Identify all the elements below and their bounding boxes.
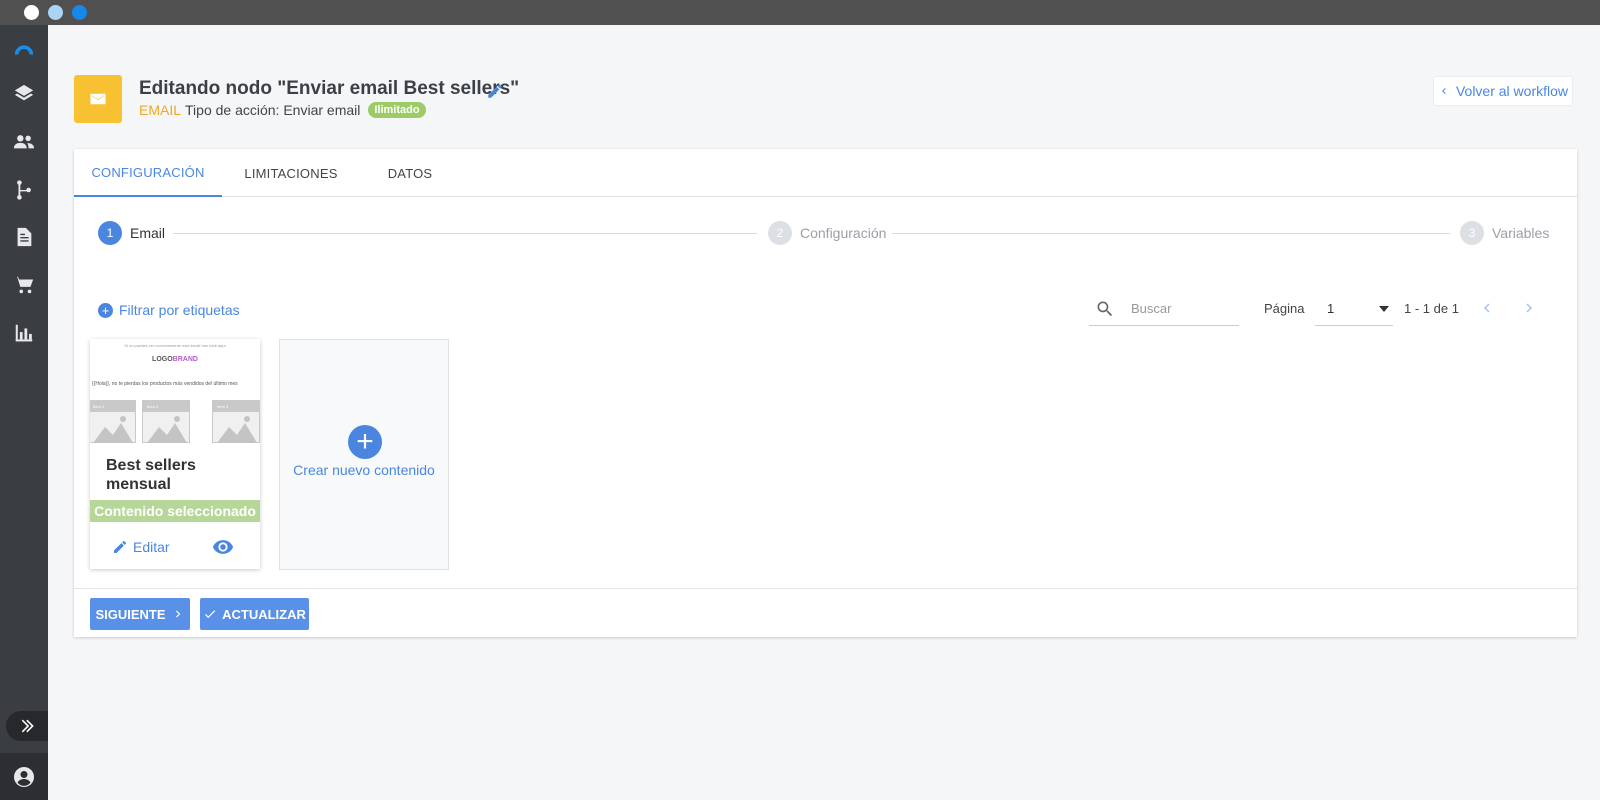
- content-card[interactable]: Si no puedes ver correctamente este emai…: [90, 339, 260, 569]
- content-thumbnail[interactable]: Si no puedes ver correctamente este emai…: [90, 339, 260, 443]
- thumbnail-product-label: Item 1: [90, 401, 135, 412]
- image-placeholder-icon: [217, 416, 257, 443]
- step-label: Email: [130, 225, 166, 241]
- document-icon[interactable]: [12, 225, 36, 249]
- previous-page-button[interactable]: [1478, 299, 1496, 317]
- envelope-icon: [90, 93, 106, 105]
- chevron-left-icon: [1441, 88, 1446, 94]
- node-subtitle: EMAIL Tipo de acción: Enviar email Ilimi…: [139, 102, 426, 118]
- workflow-icon[interactable]: [12, 178, 36, 202]
- add-circle-icon: +: [348, 425, 382, 459]
- limit-badge: Ilimitado: [368, 102, 426, 118]
- thumbnail-logo-brand: BRAND: [172, 356, 198, 363]
- sidebar: [0, 25, 48, 800]
- tab-datos[interactable]: DATOS: [360, 149, 460, 197]
- page-select-value: 1: [1327, 301, 1335, 316]
- thumbnail-product: Item 3: [212, 400, 260, 443]
- caret-down-icon: [1379, 305, 1389, 312]
- step-number: 3: [1460, 221, 1484, 245]
- tab-configuracion[interactable]: CONFIGURACIÓN: [74, 149, 222, 197]
- step-label: Configuración: [800, 225, 887, 241]
- search-box: [1089, 292, 1239, 326]
- thumbnail-product: Item 1: [90, 400, 136, 443]
- edit-label: Editar: [133, 539, 170, 555]
- node-kind: EMAIL: [139, 102, 182, 118]
- email-node-icon: [74, 75, 122, 123]
- back-to-workflow-button[interactable]: Volver al workflow: [1433, 76, 1573, 106]
- chart-icon[interactable]: [12, 321, 36, 345]
- expand-icon: [21, 719, 34, 733]
- tab-bar: CONFIGURACIÓN LIMITACIONES DATOS: [74, 149, 1577, 197]
- eye-icon: [212, 540, 234, 554]
- selected-status: Contenido seleccionado: [90, 500, 260, 522]
- edit-content-button[interactable]: Editar: [112, 539, 170, 555]
- add-circle-icon: +: [98, 302, 113, 318]
- filter-by-tags-button[interactable]: + Filtrar por etiquetas: [98, 302, 240, 318]
- content-title: Best sellers mensual: [106, 457, 196, 493]
- thumbnail-logo: LOGOBRAND: [90, 356, 260, 363]
- action-type: Tipo de acción: Enviar email: [185, 102, 361, 118]
- thumbnail-product-label: Item 3: [213, 401, 259, 412]
- update-button[interactable]: ACTUALIZAR: [200, 598, 309, 630]
- card-footer: SIGUIENTE ACTUALIZAR: [74, 588, 1577, 637]
- create-content-card[interactable]: + Crear nuevo contenido: [279, 339, 449, 570]
- window-dot-white[interactable]: [24, 5, 39, 20]
- window-dot-blue[interactable]: [72, 5, 87, 20]
- filter-label: Filtrar por etiquetas: [119, 302, 240, 318]
- tab-limitaciones[interactable]: LIMITACIONES: [222, 149, 360, 197]
- search-icon: [1097, 301, 1113, 316]
- page-title: Editando nodo "Enviar email Best sellers…: [139, 78, 520, 99]
- step-configuracion[interactable]: 2 Configuración: [768, 221, 886, 245]
- chevron-left-icon: [1484, 303, 1490, 313]
- logo-icon[interactable]: [12, 37, 36, 61]
- chevron-right-icon: [175, 610, 180, 618]
- step-variables[interactable]: 3 Variables: [1460, 221, 1549, 245]
- next-button[interactable]: SIGUIENTE: [90, 598, 190, 630]
- next-page-button[interactable]: [1520, 299, 1538, 317]
- page-label: Página: [1264, 301, 1305, 316]
- next-label: SIGUIENTE: [95, 606, 166, 622]
- stepper-connector: [892, 233, 1450, 234]
- thumbnail-text: {{Hola}}, no te pierdas los productos má…: [92, 381, 238, 387]
- user-icon: [14, 766, 35, 787]
- step-email[interactable]: 1 Email: [98, 221, 165, 245]
- stepper-connector: [173, 233, 757, 234]
- create-content-label: Crear nuevo contenido: [293, 462, 435, 478]
- step-label: Variables: [1492, 225, 1550, 241]
- update-label: ACTUALIZAR: [222, 606, 306, 622]
- pagination-range: 1 - 1 de 1: [1404, 301, 1459, 316]
- window-titlebar: [0, 0, 1600, 25]
- edit-title-button[interactable]: [486, 82, 504, 100]
- thumbnail-top-line: Si no puedes ver correctamente este emai…: [124, 343, 226, 348]
- users-icon[interactable]: [12, 130, 36, 154]
- check-icon: [205, 610, 216, 619]
- thumbnail-product: Item 2: [142, 400, 190, 443]
- cart-icon[interactable]: [12, 273, 36, 297]
- step-number: 2: [768, 221, 792, 245]
- step-number: 1: [98, 221, 122, 245]
- pencil-icon: [488, 84, 502, 98]
- page-select[interactable]: 1: [1315, 292, 1393, 326]
- node-editor-card: CONFIGURACIÓN LIMITACIONES DATOS 1 Email…: [74, 149, 1577, 637]
- user-account-button[interactable]: [0, 753, 48, 800]
- expand-sidebar-button[interactable]: [6, 711, 48, 741]
- thumbnail-logo-text: LOGO: [152, 356, 173, 363]
- pencil-icon: [114, 540, 126, 553]
- preview-button[interactable]: [211, 536, 235, 558]
- image-placeholder-icon: [147, 416, 187, 443]
- chevron-right-icon: [1526, 303, 1532, 313]
- thumbnail-product-label: Item 2: [143, 401, 189, 412]
- search-input[interactable]: [1131, 301, 1231, 316]
- back-to-workflow-label: Volver al workflow: [1455, 83, 1569, 99]
- window-dot-lightblue[interactable]: [48, 5, 63, 20]
- layers-icon[interactable]: [12, 82, 36, 106]
- image-placeholder-icon: [93, 416, 133, 443]
